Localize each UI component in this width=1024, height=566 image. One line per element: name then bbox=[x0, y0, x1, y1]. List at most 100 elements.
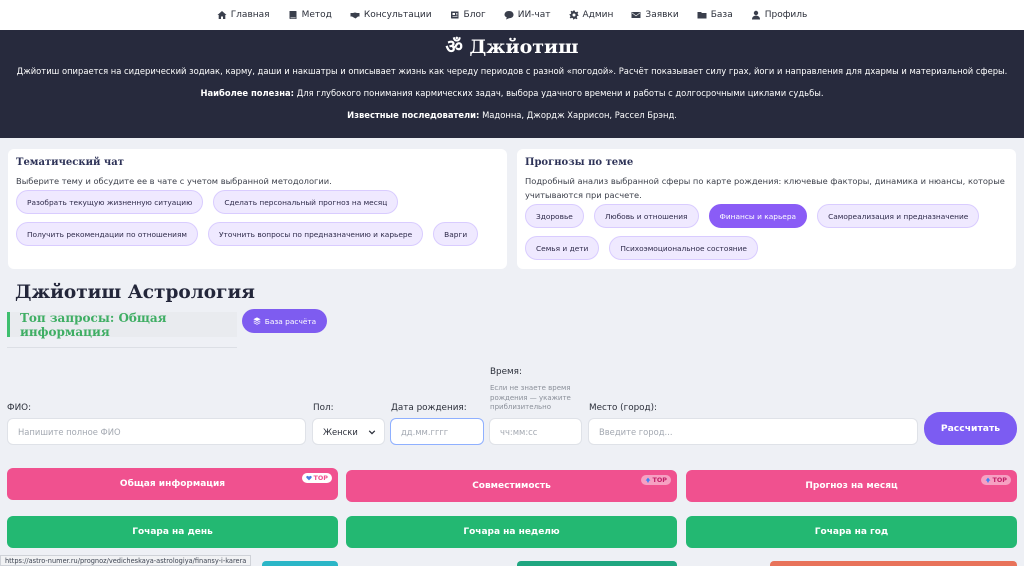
hero-useful-label: Наиболее полезна: bbox=[200, 88, 295, 98]
forecast-chip[interactable]: Любовь и отношения bbox=[593, 204, 699, 228]
chat-chip[interactable]: Сделать персональный прогноз на месяц bbox=[213, 190, 399, 214]
nav-item-consultations[interactable]: Консультации bbox=[350, 10, 432, 20]
nav-item-blog[interactable]: Блог bbox=[450, 10, 486, 20]
button-label: Гочара на неделю bbox=[463, 527, 560, 537]
birthdate-input[interactable]: дд.мм.гггг bbox=[390, 418, 484, 445]
chat-chip[interactable]: Уточнить вопросы по предназначению и кар… bbox=[208, 222, 424, 246]
newspaper-icon bbox=[450, 10, 460, 20]
forecast-chips: Здоровье Любовь и отношения Финансы и ка… bbox=[525, 204, 1008, 260]
nav-label: Блог bbox=[463, 10, 486, 20]
nav-item-base[interactable]: База bbox=[697, 10, 733, 20]
layers-icon bbox=[253, 317, 261, 325]
envelope-icon bbox=[631, 10, 641, 20]
top-requests-heading: Топ запросы: Общая информация bbox=[7, 311, 237, 339]
gochara-day-button[interactable]: Гочара на день bbox=[7, 516, 338, 548]
hero-banner: ॐ Джйотиш Джйотиш опирается на сидеричес… bbox=[0, 30, 1024, 138]
place-label: Место (город): bbox=[589, 403, 658, 413]
forecasts-card: Прогнозы по теме Подробный анализ выбран… bbox=[517, 149, 1016, 269]
nav-item-profile[interactable]: Профиль bbox=[751, 10, 807, 20]
month-forecast-button[interactable]: Прогноз на месяц TOP bbox=[686, 470, 1017, 502]
forecast-chip[interactable]: Здоровье bbox=[525, 204, 584, 228]
arrow-up-icon bbox=[645, 477, 650, 483]
chat-icon bbox=[504, 10, 514, 20]
card-title: Прогнозы по теме bbox=[525, 157, 634, 168]
heart-icon bbox=[305, 475, 312, 481]
handshake-icon bbox=[350, 10, 360, 20]
nav-item-home[interactable]: Главная bbox=[217, 10, 270, 20]
fio-label: ФИО: bbox=[7, 403, 32, 413]
divider bbox=[7, 347, 237, 348]
top-badge: TOP bbox=[980, 475, 1011, 485]
forecast-chip[interactable]: Семья и дети bbox=[525, 236, 600, 260]
card-text: Подробный анализ выбранной сферы по карт… bbox=[525, 176, 1005, 200]
nav-label: Главная bbox=[230, 10, 270, 20]
fio-input[interactable]: Напишите полное ФИО bbox=[7, 418, 306, 445]
top-badge-label: TOP bbox=[652, 476, 667, 484]
button-label: Гочара на год bbox=[814, 527, 889, 537]
next-row-button[interactable] bbox=[770, 561, 1017, 566]
nav-label: Метод bbox=[301, 10, 332, 20]
forecast-chip[interactable]: Психоэмоциональное состояние bbox=[609, 236, 758, 260]
gochara-year-button[interactable]: Гочара на год bbox=[686, 516, 1017, 548]
chat-chip[interactable]: Разобрать текущую жизненную ситуацию bbox=[16, 190, 204, 214]
calculation-base-button[interactable]: База расчёта bbox=[242, 309, 327, 333]
chat-chip[interactable]: Получить рекомендации по отношениям bbox=[16, 222, 199, 246]
nav-label: База bbox=[710, 10, 733, 20]
status-bar-url: https://astro-numer.ru/prognoz/vedichesk… bbox=[0, 555, 252, 566]
nav-label: Заявки bbox=[645, 10, 679, 20]
compatibility-button[interactable]: Совместимость TOP bbox=[346, 470, 677, 502]
top-badge: TOP bbox=[301, 473, 332, 483]
hero-useful: Наиболее полезна: Для глубокого понимани… bbox=[0, 88, 1024, 98]
card-text: Выберите тему и обсудите ее в чате с уче… bbox=[16, 176, 332, 186]
calculate-button[interactable]: Рассчитать bbox=[924, 412, 1017, 445]
folder-icon bbox=[697, 10, 707, 20]
time-hint: Если не знаете время рождения — укажите … bbox=[490, 384, 571, 411]
nav-item-requests[interactable]: Заявки bbox=[631, 10, 679, 20]
top-badge-label: TOP bbox=[992, 476, 1007, 484]
birthdate-label: Дата рождения: bbox=[391, 403, 467, 413]
arrow-up-icon bbox=[985, 477, 990, 483]
chevron-down-icon bbox=[368, 429, 376, 434]
nav-item-admin[interactable]: Админ bbox=[569, 10, 614, 20]
chat-chip[interactable]: Варги bbox=[433, 222, 479, 246]
hero-followers-text: Мадонна, Джордж Харрисон, Рассел Брэнд. bbox=[479, 110, 677, 120]
time-input[interactable]: чч:мм:сс bbox=[489, 418, 582, 445]
thematic-chat-card: Тематический чат Выберите тему и обсудит… bbox=[8, 149, 507, 269]
gender-label: Пол: bbox=[313, 403, 334, 413]
hero-description: Джйотиш опирается на сидерический зодиак… bbox=[16, 66, 1008, 76]
nav-item-method[interactable]: Метод bbox=[288, 10, 332, 20]
gender-value: Женски bbox=[323, 426, 358, 437]
time-label: Время: bbox=[490, 367, 522, 377]
user-icon bbox=[751, 10, 761, 20]
gochara-week-button[interactable]: Гочара на неделю bbox=[346, 516, 677, 548]
calculation-base-label: База расчёта bbox=[264, 316, 317, 326]
button-label: Общая информация bbox=[119, 479, 226, 489]
top-nav: Главная Метод Консультации Блог ИИ-чат А… bbox=[0, 0, 1024, 30]
nav-label: Админ bbox=[582, 10, 614, 20]
forecast-chip[interactable]: Самореализация и предназначение bbox=[817, 204, 980, 228]
button-label: Прогноз на месяц bbox=[805, 481, 898, 491]
gender-select[interactable]: Женски bbox=[312, 418, 385, 445]
page-title: Джйотиш Астрология bbox=[15, 282, 255, 303]
next-row-button[interactable] bbox=[517, 561, 677, 566]
nav-label: Консультации bbox=[363, 10, 432, 20]
topic-cards: Тематический чат Выберите тему и обсудит… bbox=[8, 149, 1016, 269]
top-badge-label: TOP bbox=[313, 474, 328, 482]
nav-label: ИИ-чат bbox=[517, 10, 551, 20]
gear-icon bbox=[569, 10, 579, 20]
forecast-chip-active[interactable]: Финансы и карьера bbox=[708, 204, 808, 228]
next-row-button[interactable] bbox=[262, 561, 338, 566]
book-icon bbox=[288, 10, 298, 20]
button-label: Гочара на день bbox=[132, 527, 213, 537]
nav-item-ai-chat[interactable]: ИИ-чат bbox=[504, 10, 551, 20]
hero-followers-label: Известные последователи: bbox=[347, 110, 480, 120]
hero-title: ॐ Джйотиш bbox=[445, 36, 579, 58]
general-info-button[interactable]: Общая информация TOP bbox=[7, 468, 338, 500]
chat-chips: Разобрать текущую жизненную ситуацию Сде… bbox=[16, 190, 499, 246]
card-title: Тематический чат bbox=[16, 157, 124, 168]
button-label: Совместимость bbox=[472, 481, 551, 491]
hero-useful-text: Для глубокого понимания кармических зада… bbox=[294, 88, 824, 98]
place-input[interactable]: Введите город... bbox=[588, 418, 918, 445]
top-badge: TOP bbox=[640, 475, 671, 485]
hero-followers: Известные последователи: Мадонна, Джордж… bbox=[0, 110, 1024, 120]
